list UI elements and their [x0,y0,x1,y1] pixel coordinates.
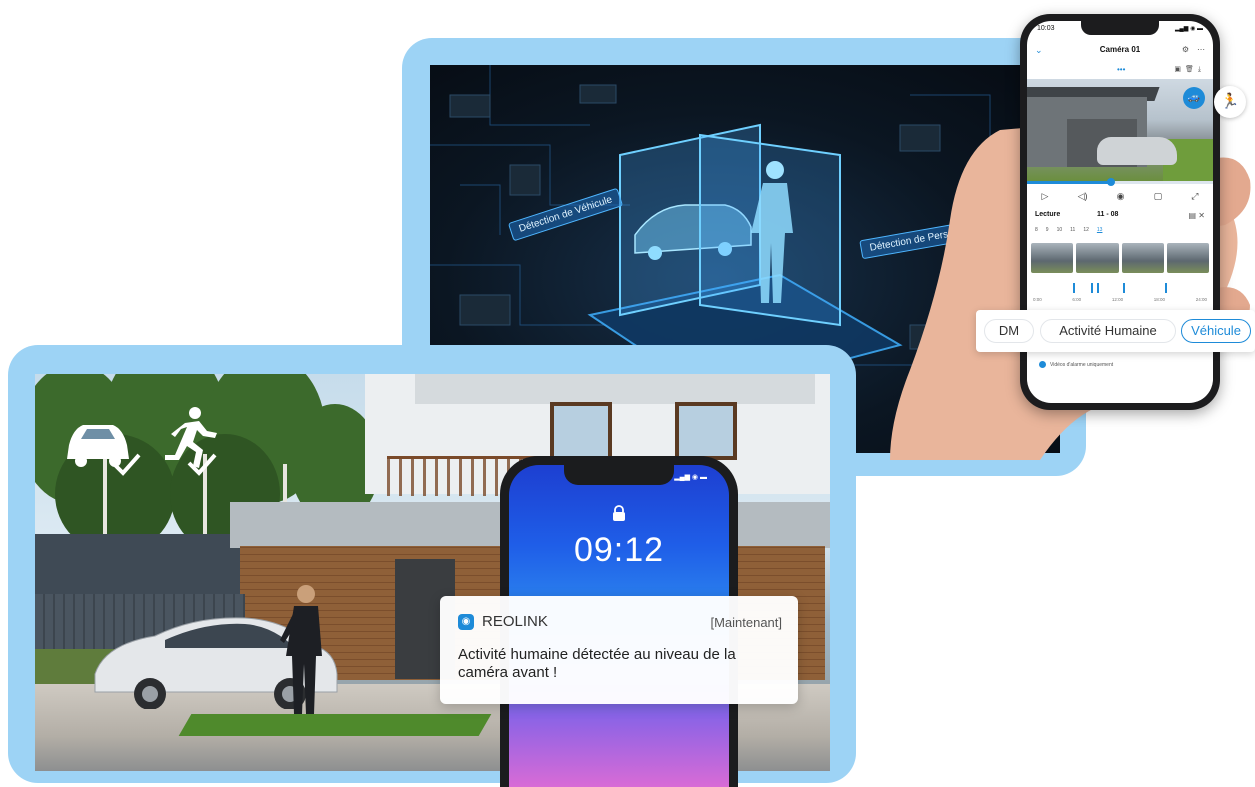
grass-strip [178,714,492,736]
more-icon[interactable]: ⋯ [1197,45,1205,54]
play-icon[interactable]: ▷ [1042,191,1049,202]
camera-feed[interactable]: 🚙 [1027,79,1213,181]
day-selector: 8 9 10 11 12 13 [1035,227,1205,233]
vehicle-badge-icon: 🚙 [1183,87,1205,109]
playback-controls: ▷ ◁) ◉ ▢ ⤢ [1027,191,1213,202]
calendar-close-icons[interactable]: ▤ ✕ [1189,211,1205,220]
progress-fill [1027,181,1111,184]
person-running-icon[interactable]: 🏃 [1214,86,1246,118]
notification-app-name: REOLINK [482,613,548,630]
timeline-event [1123,283,1125,293]
alarm-only-label: Vidéos d'alarme uniquement [1050,361,1114,368]
lecture-label: Lecture [1035,211,1061,218]
progress-knob[interactable] [1106,178,1115,186]
day-item[interactable]: 12 [1083,227,1089,233]
clip-thumbnail[interactable] [1121,243,1164,273]
timeline-event [1165,283,1167,293]
status-icons: ▂▄▆ ◉ ▬ [674,474,707,481]
timeline-event [1097,283,1099,293]
house-roof [415,374,815,404]
record-icon[interactable]: ▢ [1154,191,1163,202]
page-dots-icon: ••• [1117,65,1126,74]
notification-message: Activité humaine détectée au niveau de l… [458,646,736,681]
lecture-row: Lecture 11 - 08 ▤ ✕ [1035,211,1205,223]
detection-filter-bar: DM Activité Humaine Véhicule [976,310,1255,352]
detected-icons [67,407,217,476]
feed-car [1097,137,1177,165]
phone-notch [1081,21,1159,35]
house-window [550,402,612,460]
phone-notch [564,465,674,485]
timeline-time: 24:00 [1195,297,1207,302]
car-icon [67,425,129,467]
timeline-event [1073,283,1075,293]
fullscreen-icon[interactable]: ⤢ [1191,191,1198,202]
clip-thumbnails [1031,243,1209,273]
reolink-logo-icon: ◉ [458,614,474,630]
alarm-only-toggle[interactable]: Vidéos d'alarme uniquement [1039,361,1113,368]
status-icons: ▂▄▆ ◉ ▬ [1174,26,1203,32]
check-icon [1039,361,1046,368]
app-header: ⌄ Caméra 01 ⚙ ⋯ [1027,45,1213,63]
lock-icon [613,505,625,521]
filter-human-activity-chip[interactable]: Activité Humaine [1040,319,1176,343]
clip-thumbnail[interactable] [1031,243,1074,273]
lecture-date[interactable]: 11 - 08 [1097,211,1118,218]
snapshot-icon[interactable]: ◉ [1117,191,1125,202]
timeline-time: 18:00 [1153,297,1166,302]
day-item[interactable]: 8 [1035,227,1038,233]
timeline-times: 0:00 6:00 12:00 18:00 24:00 [1033,297,1207,302]
house-window [675,402,737,460]
timeline-time: 6:00 [1072,297,1082,302]
day-item[interactable]: 11 [1070,227,1075,233]
filter-vehicle-chip[interactable]: Véhicule [1181,319,1251,343]
playback-progress[interactable] [1027,178,1213,186]
gear-icon[interactable]: ⚙ [1182,45,1189,54]
clip-thumbnail[interactable] [1166,243,1209,273]
status-time: 10:03 [1037,25,1055,32]
timeline-time: 12:00 [1111,297,1124,302]
timeline-time: 0:00 [1033,297,1042,302]
day-item[interactable]: 9 [1046,227,1049,233]
day-item[interactable]: 13 [1097,227,1103,233]
man-charging-car [280,585,322,714]
day-item[interactable]: 10 [1057,227,1063,233]
toolbar-icons[interactable]: ▣🗑⤓ [1174,65,1205,74]
lockscreen-time: 09:12 [573,531,665,569]
clip-thumbnail[interactable] [1076,243,1119,273]
speaker-icon[interactable]: ◁) [1078,191,1088,202]
filter-dm-chip[interactable]: DM [984,319,1034,343]
timeline-bar[interactable] [1033,283,1207,293]
timeline-event [1091,283,1093,293]
push-notification[interactable]: ◉ REOLINK [Maintenant] Activité humaine … [440,596,798,704]
check-icon [187,453,217,476]
notification-time: [Maintenant] [710,615,782,630]
